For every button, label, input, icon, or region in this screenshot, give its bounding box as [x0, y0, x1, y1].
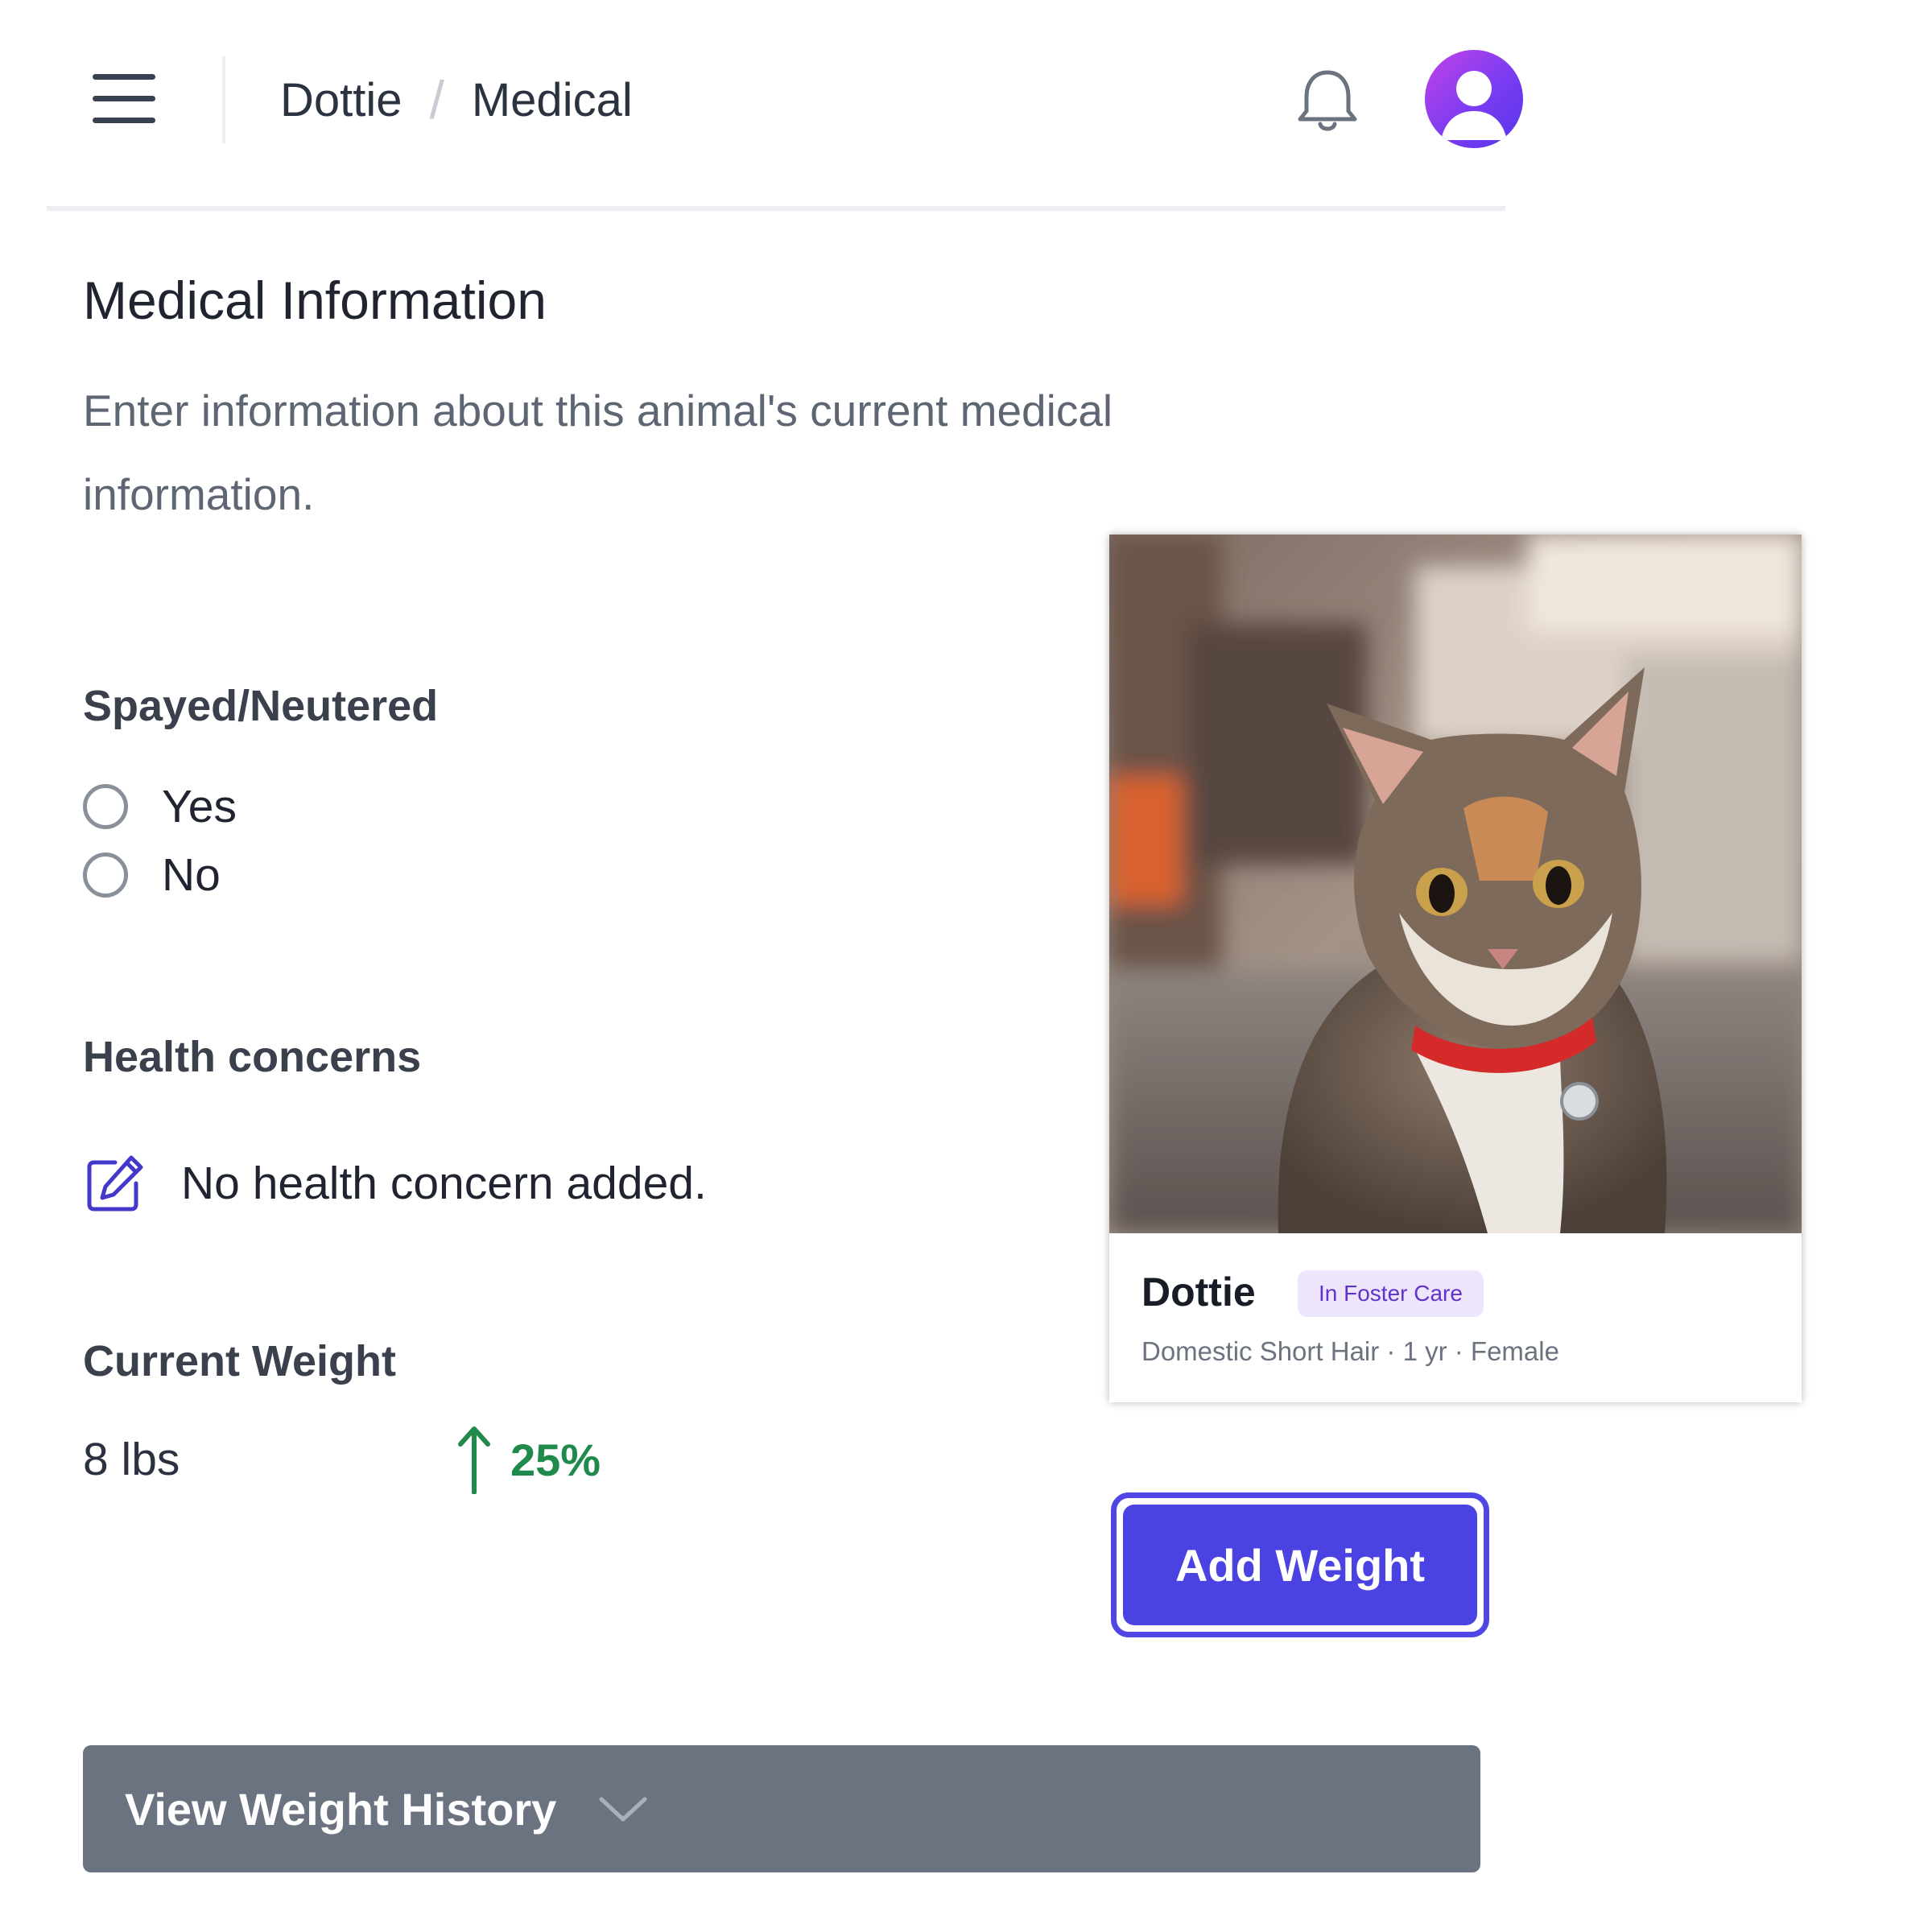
- top-header: Dottie / Medical: [47, 0, 1523, 211]
- status-badge: In Foster Care: [1298, 1270, 1484, 1317]
- health-concern-empty-text: No health concern added.: [181, 1158, 707, 1209]
- animal-name: Dottie: [1141, 1269, 1256, 1315]
- user-avatar-icon[interactable]: [1425, 50, 1523, 148]
- add-weight-label: Add Weight: [1123, 1505, 1477, 1625]
- animal-photo: [1109, 535, 1802, 1233]
- radio-button-yes[interactable]: [83, 784, 128, 829]
- spayed-neutered-label: Spayed/Neutered: [83, 682, 439, 730]
- add-weight-button[interactable]: Add Weight: [1111, 1492, 1489, 1637]
- animal-details: Domestic Short Hair · 1 yr · Female: [1141, 1336, 1559, 1366]
- page-description: Enter information about this animal's cu…: [83, 386, 1113, 519]
- breadcrumb-animal-name[interactable]: Dottie: [280, 73, 402, 127]
- radio-button-no[interactable]: [83, 852, 128, 898]
- current-weight-value: 8 lbs: [83, 1434, 180, 1485]
- radio-label-no: No: [162, 849, 221, 901]
- arrow-up-icon: [458, 1426, 490, 1494]
- breadcrumb-current-page[interactable]: Medical: [472, 73, 633, 127]
- weight-change-percent: 25%: [510, 1434, 601, 1485]
- breadcrumb-separator: /: [429, 70, 444, 130]
- view-weight-history-button[interactable]: View Weight History: [83, 1745, 1480, 1872]
- animal-card-body: Dottie In Foster Care Domestic Short Hai…: [1109, 1233, 1802, 1402]
- current-weight-label: Current Weight: [83, 1337, 396, 1385]
- radio-option-no[interactable]: No: [83, 847, 221, 903]
- edit-icon[interactable]: [83, 1151, 147, 1216]
- health-concern-empty-row: No health concern added.: [83, 1151, 707, 1216]
- bell-icon[interactable]: [1291, 64, 1364, 137]
- breadcrumb: Dottie / Medical: [280, 68, 633, 132]
- radio-option-yes[interactable]: Yes: [83, 778, 237, 835]
- header-divider: [222, 56, 225, 143]
- weight-change: 25%: [456, 1423, 601, 1496]
- page-title: Medical Information: [83, 270, 547, 330]
- chevron-down-icon: [599, 1797, 647, 1822]
- radio-label-yes: Yes: [162, 781, 237, 832]
- animal-profile-card[interactable]: Dottie In Foster Care Domestic Short Hai…: [1109, 535, 1802, 1402]
- view-weight-history-label: View Weight History: [125, 1783, 557, 1835]
- hamburger-menu-icon[interactable]: [91, 74, 159, 124]
- health-concerns-label: Health concerns: [83, 1033, 422, 1081]
